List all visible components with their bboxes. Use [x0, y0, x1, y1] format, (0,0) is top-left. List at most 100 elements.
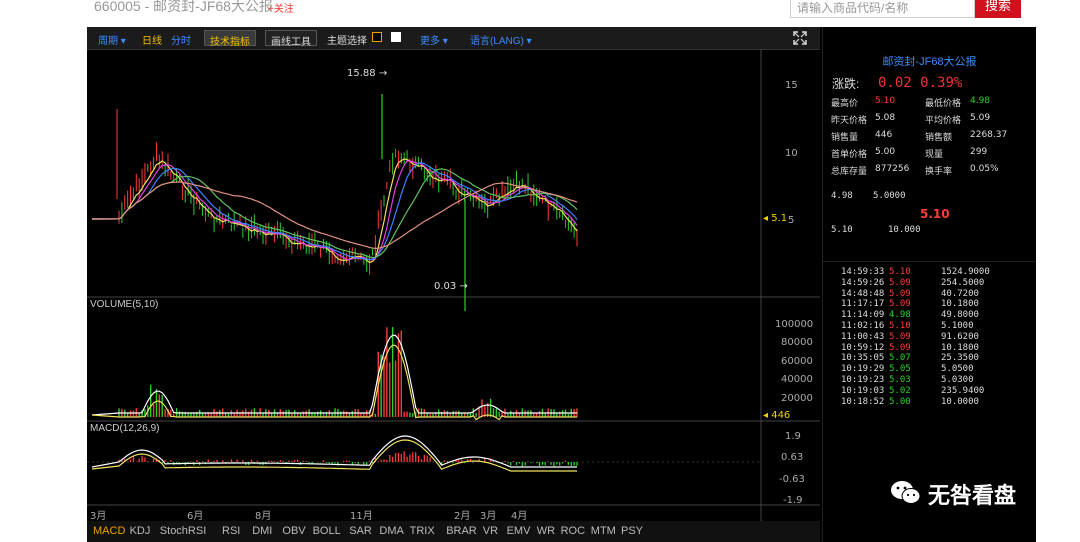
trade-row: 11:00:43 5.09 91.6200: [823, 332, 1036, 343]
wechat-icon: [891, 481, 921, 504]
indicator-tab-dma[interactable]: DMA: [379, 525, 403, 537]
macd-tick: -1.9: [783, 495, 803, 506]
draw-tools-button[interactable]: 画线工具: [265, 30, 317, 48]
period-menu[interactable]: 周期 ▾: [98, 32, 126, 47]
change-amount: 0.02: [878, 75, 912, 91]
trade-qty: 10.1800: [941, 299, 979, 310]
trade-price: 5.09: [889, 331, 911, 342]
indicator-tab-boll[interactable]: BOLL: [313, 525, 341, 537]
moving-average-line: [91, 181, 578, 250]
price-tick: 10: [785, 148, 798, 159]
follow-button[interactable]: +关注: [268, 0, 294, 15]
indicator-tab-obv[interactable]: OBV: [282, 525, 305, 537]
avg-label: 平均价格: [925, 116, 962, 126]
trade-qty: 10.1800: [941, 342, 979, 353]
buy-qty: 10.000: [888, 225, 921, 235]
trade-time: 11:02:16: [841, 321, 885, 331]
moving-average-line: [91, 162, 578, 261]
change-value: 0.02 0.39%: [878, 75, 962, 91]
trade-time: 10:19:03: [841, 385, 885, 396]
trade-price: 5.07: [889, 353, 911, 364]
trade-row: 10:19:03 5.02 235.9400: [823, 386, 1036, 397]
trade-row: 11:02:16 5.10 5.1000: [823, 321, 1036, 332]
time-share-button[interactable]: 分时: [171, 32, 191, 47]
trade-row: 10:18:52 5.00 10.0000: [823, 397, 1036, 408]
low-annotation: 0.03 →: [434, 281, 468, 292]
trade-price: 5.10: [889, 267, 911, 277]
indicator-tab-roc[interactable]: ROC: [561, 525, 585, 537]
light-theme-swatch[interactable]: [391, 32, 401, 42]
high-value: 15.88: [347, 68, 376, 79]
trade-row: 14:48:48 5.09 40.7200: [823, 289, 1036, 300]
indicator-tab-vr[interactable]: VR: [483, 525, 498, 537]
indicator-tab-dmi[interactable]: DMI: [252, 525, 272, 537]
indicator-tab-macd[interactable]: MACD: [93, 525, 125, 537]
low-label: 最低价格: [925, 99, 962, 109]
trade-price: 5.03: [889, 375, 911, 385]
indicator-tab-psy[interactable]: PSY: [621, 525, 643, 537]
change-percent: 0.39%: [920, 75, 963, 91]
low-price: 4.98: [970, 96, 991, 106]
buy-price: 5.10: [831, 225, 853, 235]
amount-label: 销售额: [925, 133, 953, 143]
trade-qty: 91.6200: [941, 331, 979, 342]
prev-price: 5.08: [875, 113, 896, 123]
chart-toolbar: 周期 ▾ 日线 分时 技术指标 画线工具 主题选择 更多 ▾ 语言(LANG) …: [87, 27, 820, 50]
macd-dea-line: [91, 439, 577, 472]
low-value: 0.03: [434, 281, 457, 292]
x-tick: 4月: [511, 511, 528, 522]
indicator-tab-sar[interactable]: SAR: [349, 525, 372, 537]
search-input[interactable]: 请输入商品代码/名称: [790, 0, 975, 18]
x-tick: 2月: [454, 511, 471, 522]
turnover-value: 0.05%: [970, 164, 999, 174]
trade-time: 11:17:17: [841, 299, 885, 310]
high-label: 最高价: [831, 99, 859, 109]
indicator-tab-wr[interactable]: WR: [537, 525, 555, 537]
trade-time: 10:19:29: [841, 364, 885, 375]
trade-price: 5.09: [889, 288, 911, 299]
indicator-tabs: MACD KDJ StochRSI RSI DMI OBV BOLL SAR DMA TRIX BR…: [87, 521, 820, 542]
amount-value: 2268.37: [970, 130, 1008, 140]
trade-price: 4.98: [889, 310, 911, 321]
indicator-tab-stochrsi[interactable]: StochRSI: [160, 525, 206, 537]
x-tick: 11月: [350, 511, 373, 522]
more-menu[interactable]: 更多 ▾: [420, 32, 448, 47]
current-volume: 446: [771, 410, 791, 421]
trade-qty: 1524.9000: [941, 267, 990, 277]
macd-tick: 0.63: [781, 452, 804, 463]
trade-qty: 25.3500: [941, 353, 979, 364]
trade-qty: 5.0300: [941, 375, 974, 385]
search-button[interactable]: 搜索: [975, 0, 1021, 18]
indicator-tab-rsi[interactable]: RSI: [222, 525, 240, 537]
price-tick: 5: [788, 215, 795, 226]
trade-time: 14:59:26: [841, 277, 885, 288]
watermark-text: 无咎看盘: [928, 483, 1017, 508]
trade-time: 10:59:12: [841, 342, 885, 353]
trade-qty: 254.5000: [941, 277, 985, 288]
trade-row: 11:17:17 5.09 10.1800: [823, 299, 1036, 310]
vol-value: 446: [875, 130, 893, 140]
x-tick: 3月: [90, 511, 107, 522]
volume-tick: 80000: [781, 337, 813, 348]
day-line-button[interactable]: 日线: [142, 32, 162, 47]
indicator-tab-trix[interactable]: TRIX: [410, 525, 435, 537]
trade-time: 14:59:33: [841, 267, 885, 277]
trade-row: 10:59:12 5.09 10.1800: [823, 343, 1036, 354]
trade-time: 10:35:05: [841, 353, 885, 364]
tech-indicators-button[interactable]: 技术指标: [204, 30, 256, 48]
last-price: 5.10: [920, 207, 950, 221]
indicator-tab-emv[interactable]: EMV: [507, 525, 531, 537]
indicator-tab-brar[interactable]: BRAR: [446, 525, 477, 537]
trade-time: 11:00:43: [841, 331, 885, 342]
turnover-label: 换手率: [925, 167, 953, 177]
language-menu[interactable]: 语言(LANG) ▾: [470, 32, 532, 47]
indicator-tab-mtm[interactable]: MTM: [591, 525, 616, 537]
left-margin: [0, 27, 87, 542]
avg-price: 5.09: [970, 113, 991, 123]
open-label: 首单价格: [831, 150, 868, 160]
trade-qty: 5.0500: [941, 364, 974, 375]
fullscreen-icon[interactable]: [793, 31, 807, 45]
indicator-tab-kdj[interactable]: KDJ: [130, 525, 151, 537]
dark-theme-swatch[interactable]: [372, 32, 382, 42]
quote-title: 邮资封-JF68大公报: [882, 56, 977, 68]
